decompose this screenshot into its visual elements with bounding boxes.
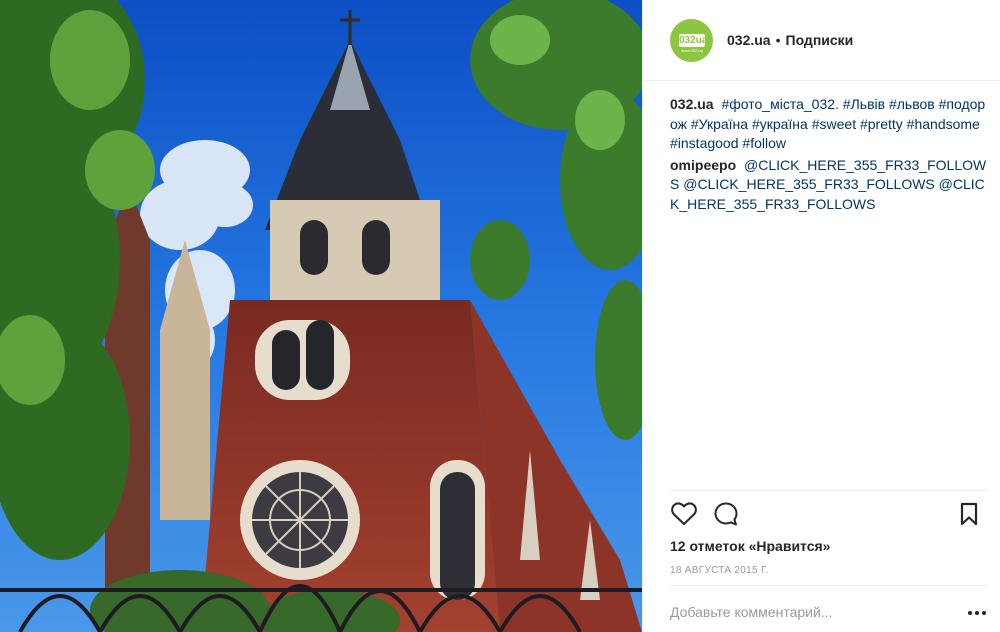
actions-bar (670, 500, 988, 530)
bookmark-icon[interactable] (955, 500, 983, 528)
hashtag-link[interactable]: #фото_міста_032. (721, 96, 838, 112)
avatar[interactable]: 032ua www.032.ua (670, 18, 713, 62)
post-header: 032ua www.032.ua 032.ua • Подписки (643, 0, 1000, 81)
comment-item: omipeepo @CLICK_HERE_355_FR33_FOLLOWS @C… (670, 156, 988, 215)
hashtag-link[interactable]: #Україна (691, 116, 748, 132)
post-photo[interactable] (0, 0, 642, 632)
header-text: 032.ua • Подписки (727, 32, 853, 48)
hashtag-link[interactable]: #sweet (812, 116, 856, 132)
add-comment-input[interactable] (670, 600, 960, 624)
add-comment-divider (670, 585, 988, 586)
post-side-panel: 032ua www.032.ua 032.ua • Подписки 032.u… (642, 0, 1000, 632)
hashtag-link[interactable]: #україна (752, 116, 808, 132)
hashtag-link[interactable]: #handsome (907, 116, 980, 132)
comment-caption: 032.ua #фото_міста_032. #Львів #львов #п… (670, 95, 988, 154)
avatar-logo-text: 032ua (679, 34, 708, 46)
hashtag-link[interactable]: #follow (742, 135, 786, 151)
church-photo-illustration (0, 0, 642, 632)
comment-username[interactable]: omipeepo (670, 157, 736, 173)
mention-link[interactable]: @CLICK_HERE_355_FR33_FOLLOWS (683, 176, 935, 192)
likes-count[interactable]: 12 отметок «Нравится» (670, 538, 830, 554)
instagram-post: 032ua www.032.ua 032.ua • Подписки 032.u… (0, 0, 1000, 632)
username-link[interactable]: 032.ua (727, 32, 771, 48)
post-date[interactable]: 18 августа 2015 г. (670, 565, 769, 576)
comment-username[interactable]: 032.ua (670, 96, 714, 112)
follow-button[interactable]: Подписки (786, 32, 854, 48)
separator: • (775, 32, 781, 48)
avatar-logo-subtext: www.032.ua (681, 47, 703, 53)
hashtag-link[interactable]: #Львів (843, 96, 885, 112)
more-options-icon[interactable] (965, 604, 989, 622)
heart-icon[interactable] (670, 500, 698, 528)
hashtag-link[interactable]: #pretty (860, 116, 903, 132)
comment-icon[interactable] (712, 500, 740, 528)
comments-list: 032.ua #фото_міста_032. #Львів #львов #п… (670, 95, 988, 216)
actions-divider (670, 490, 988, 491)
hashtag-link[interactable]: #instagood (670, 135, 739, 151)
hashtag-link[interactable]: #львов (889, 96, 935, 112)
